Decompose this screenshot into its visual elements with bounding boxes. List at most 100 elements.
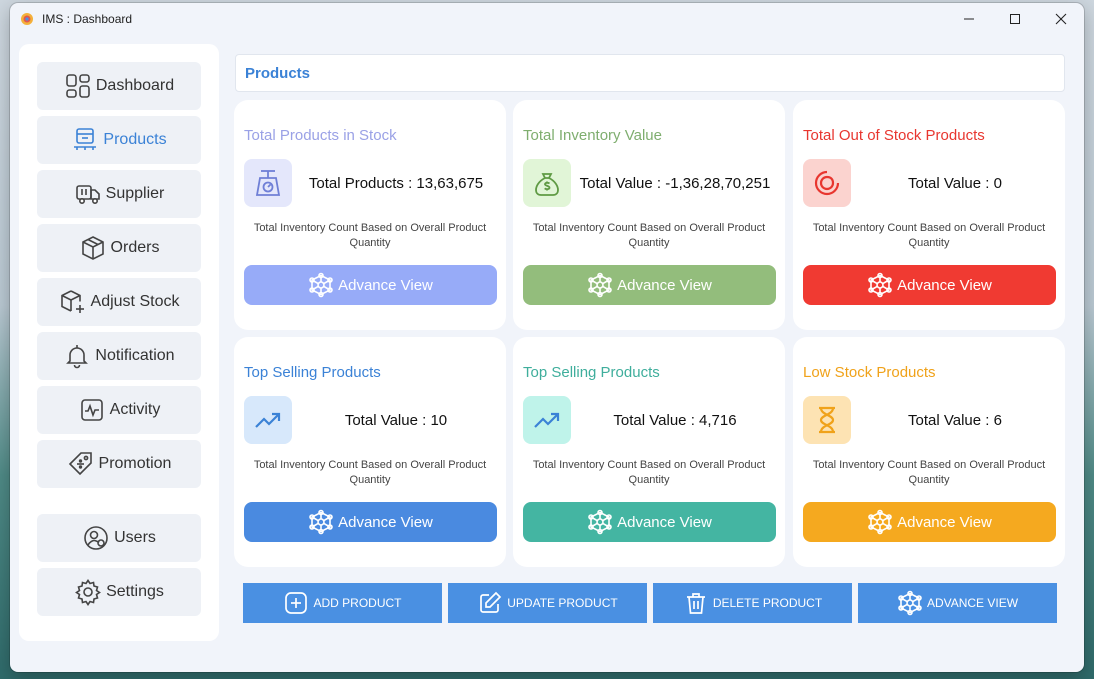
user-icon [84, 526, 108, 550]
sidebar-item-label: Users [114, 529, 156, 546]
button-label: Advance View [338, 513, 433, 531]
network-icon [868, 509, 892, 535]
sidebar-item-dashboard[interactable]: Dashboard [37, 62, 201, 110]
card-value: Total Value : 10 [344, 411, 448, 429]
network-icon [868, 272, 892, 298]
edit-icon [480, 591, 502, 613]
advance-view-button[interactable]: Advance View [244, 265, 497, 305]
gear-icon [75, 579, 102, 606]
page-title: Products [235, 54, 1065, 92]
sidebar-item-adjust-stock[interactable]: Adjust Stock [37, 278, 201, 326]
sidebar-item-promotion[interactable]: Promotion [37, 440, 201, 488]
delete-product-button[interactable]: DELETE PRODUCT [653, 583, 852, 623]
add-product-button[interactable]: ADD PRODUCT [243, 583, 442, 623]
button-label: Advance View [897, 276, 992, 294]
card-value: Total Value : -1,36,28,70,251 [579, 174, 771, 192]
card-value: Total Value : 6 [908, 411, 1002, 429]
trend-up-icon [523, 396, 571, 444]
sidebar-item-label: Adjust Stock [90, 293, 180, 310]
bell-icon [66, 345, 89, 369]
sidebar-item-label: Dashboard [95, 77, 175, 94]
tag-icon [68, 452, 92, 476]
button-label: Advance View [617, 513, 712, 531]
sidebar-item-orders[interactable]: Orders [37, 224, 201, 272]
card-title: Top Selling Products [523, 364, 660, 381]
card-title: Low Stock Products [803, 364, 936, 381]
sidebar-item-settings[interactable]: Settings [37, 568, 201, 616]
hourglass-icon [803, 396, 851, 444]
sidebar: Dashboard Products Supplier Orders Adjus… [19, 44, 219, 641]
action-label: DELETE PRODUCT [712, 596, 823, 610]
trend-up-icon [244, 396, 292, 444]
maximize-icon [1010, 14, 1020, 24]
action-label: ADVANCE VIEW [926, 596, 1019, 610]
sidebar-item-notification[interactable]: Notification [37, 332, 201, 380]
network-icon [588, 272, 612, 298]
products-icon [74, 128, 97, 150]
card-description: Total Inventory Count Based on Overall P… [812, 459, 1046, 486]
stat-card: Total Products in Stock Total Products : … [234, 100, 506, 330]
stat-card: Total Inventory Value Total Value : -1,36… [513, 100, 785, 330]
advance-view-button[interactable]: Advance View [523, 265, 776, 305]
out-of-stock-icon [803, 159, 851, 207]
trash-icon [686, 593, 705, 614]
window-title: IMS : Dashboard [42, 12, 133, 26]
button-label: Advance View [897, 513, 992, 531]
stat-card: Top Selling Products Total Value : 10 Tota… [234, 337, 506, 567]
stat-card: Top Selling Products Total Value : 4,716 T… [513, 337, 785, 567]
sidebar-item-products[interactable]: Products [37, 116, 201, 164]
card-value: Total Value : 4,716 [613, 411, 737, 429]
minimize-button[interactable] [946, 3, 992, 35]
action-label: ADD PRODUCT [313, 596, 402, 610]
box-icon [81, 236, 104, 260]
advance-view-action-button[interactable]: ADVANCE VIEW [858, 583, 1057, 623]
scale-icon [244, 159, 292, 207]
sidebar-item-users[interactable]: Users [37, 514, 201, 562]
card-title: Total Inventory Value [523, 127, 662, 144]
sidebar-item-activity[interactable]: Activity [37, 386, 201, 434]
network-icon [898, 590, 922, 616]
close-button[interactable] [1038, 3, 1084, 35]
button-label: Advance View [338, 276, 433, 294]
sidebar-item-supplier[interactable]: Supplier [37, 170, 201, 218]
sidebar-item-label: Promotion [98, 455, 172, 472]
sidebar-item-label: Settings [106, 583, 164, 600]
money-bag-icon [523, 159, 571, 207]
sidebar-item-label: Products [103, 131, 167, 148]
action-label: UPDATE PRODUCT [507, 596, 618, 610]
app-logo-icon [20, 12, 34, 26]
close-icon [1055, 13, 1067, 25]
title-bar: IMS : Dashboard [10, 3, 1084, 35]
network-icon [309, 272, 333, 298]
advance-view-button[interactable]: Advance View [244, 502, 497, 542]
advance-view-button[interactable]: Advance View [523, 502, 776, 542]
network-icon [588, 509, 612, 535]
card-value: Total Value : 0 [908, 174, 1002, 192]
network-icon [309, 509, 333, 535]
update-product-button[interactable]: UPDATE PRODUCT [448, 583, 647, 623]
maximize-button[interactable] [992, 3, 1038, 35]
stat-card: Low Stock Products Total Value : 6 Total I… [793, 337, 1065, 567]
app-window: IMS : Dashboard Dashboard Products Suppl… [10, 3, 1084, 672]
card-title: Total Products in Stock [244, 127, 397, 144]
sidebar-item-label: Orders [110, 239, 160, 256]
card-description: Total Inventory Count Based on Overall P… [532, 222, 766, 249]
card-description: Total Inventory Count Based on Overall P… [253, 222, 487, 249]
card-description: Total Inventory Count Based on Overall P… [253, 459, 487, 486]
advance-view-button[interactable]: Advance View [803, 265, 1056, 305]
stat-card: Total Out of Stock Products Total Value :… [793, 100, 1065, 330]
card-description: Total Inventory Count Based on Overall P… [812, 222, 1046, 249]
minimize-icon [964, 18, 974, 20]
sidebar-item-label: Activity [109, 401, 161, 418]
activity-icon [80, 399, 103, 421]
sidebar-item-label: Notification [95, 347, 175, 364]
plus-icon [285, 592, 308, 614]
card-description: Total Inventory Count Based on Overall P… [532, 459, 766, 486]
card-title: Top Selling Products [244, 364, 381, 381]
card-value: Total Products : 13,63,675 [308, 174, 484, 192]
card-title: Total Out of Stock Products [803, 127, 985, 144]
dashboard-icon [66, 74, 90, 98]
advance-view-button[interactable]: Advance View [803, 502, 1056, 542]
button-label: Advance View [617, 276, 712, 294]
adjust-stock-icon [60, 290, 84, 313]
